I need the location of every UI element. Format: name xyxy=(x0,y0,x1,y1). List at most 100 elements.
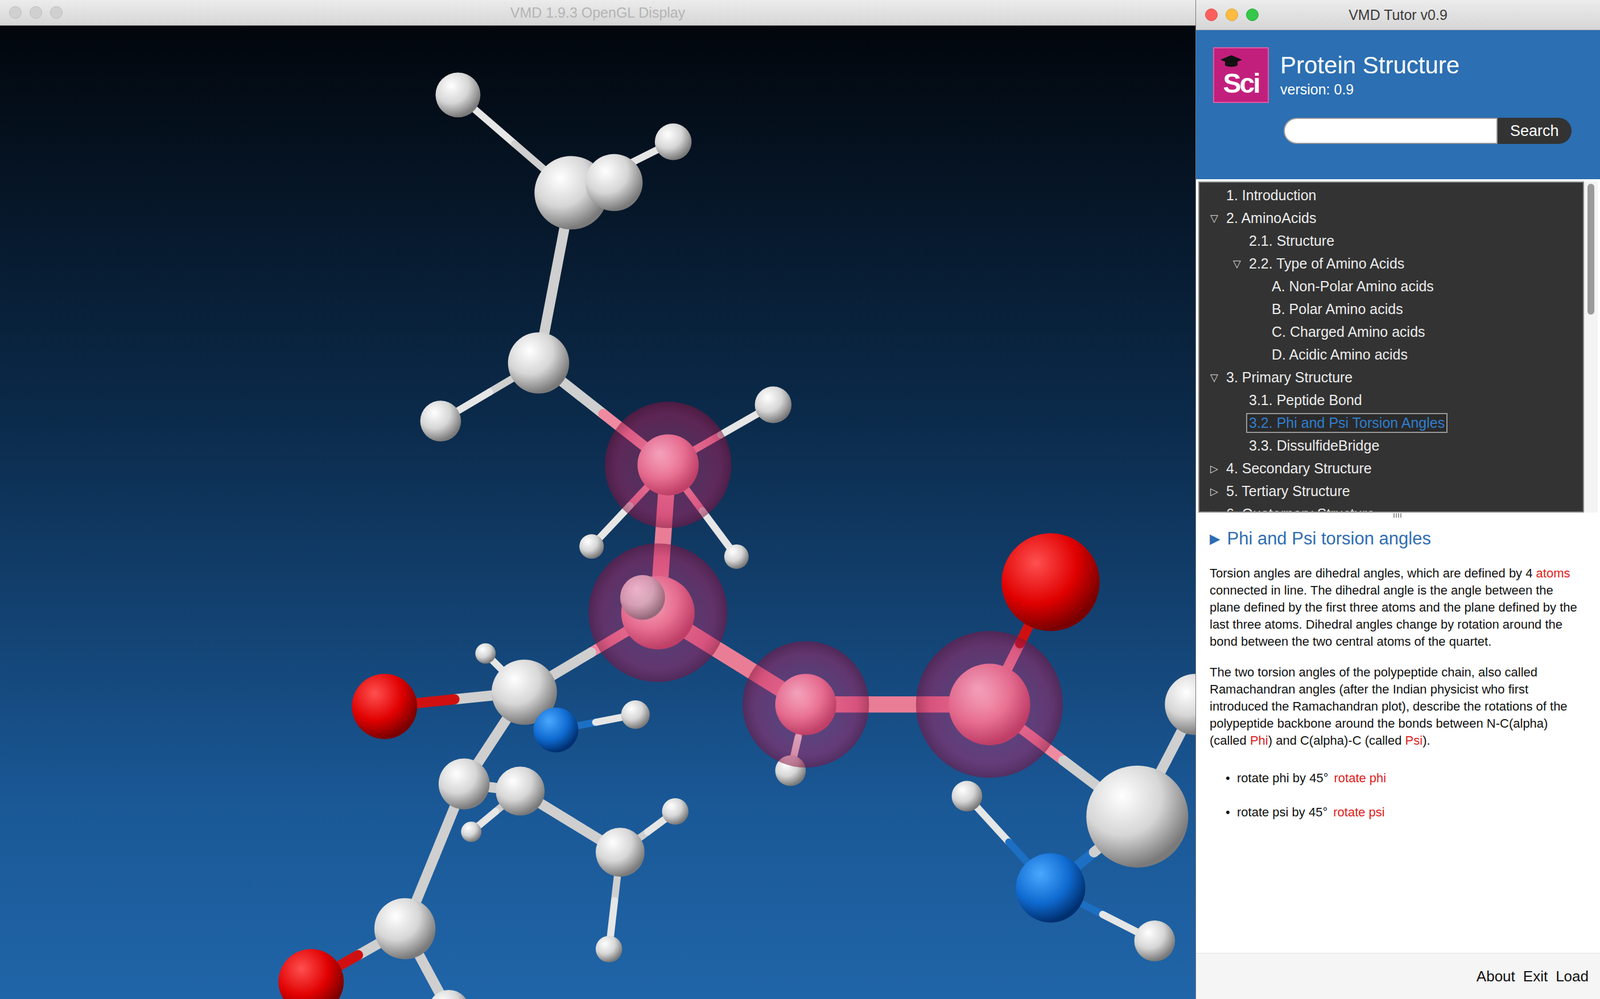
expander-icon[interactable]: ▽ xyxy=(1230,257,1244,270)
atom[interactable] xyxy=(351,673,418,740)
logo: Sci xyxy=(1213,47,1269,103)
atom[interactable] xyxy=(595,827,645,877)
atom[interactable] xyxy=(508,332,570,394)
zoom-icon[interactable] xyxy=(50,6,63,19)
tree-item[interactable]: ▽3. Primary Structure xyxy=(1199,365,1583,389)
atom[interactable] xyxy=(1133,920,1175,962)
atom[interactable] xyxy=(438,758,490,810)
atom[interactable] xyxy=(595,935,623,963)
atom[interactable] xyxy=(585,154,643,212)
term-link[interactable]: Psi xyxy=(1405,733,1424,748)
window-title: VMD Tutor v0.9 xyxy=(1348,6,1448,24)
footer-button[interactable]: Load xyxy=(1555,967,1589,986)
minimize-icon[interactable] xyxy=(29,6,43,19)
atom[interactable] xyxy=(460,821,482,843)
term-link[interactable]: Phi xyxy=(1250,733,1269,748)
selection-halo xyxy=(604,401,732,529)
atom[interactable] xyxy=(278,949,344,999)
tree-item[interactable]: 2.1. Structure xyxy=(1199,229,1583,253)
molecule-view[interactable] xyxy=(0,25,1196,999)
search-button[interactable]: Search xyxy=(1497,117,1572,144)
desktop: VMD 1.9.3 OpenGL Display VMD Tutor v0.9 Sc… xyxy=(0,0,1600,999)
close-icon[interactable] xyxy=(9,6,22,19)
close-icon[interactable] xyxy=(1205,8,1218,22)
expander-icon[interactable]: ▽ xyxy=(1207,212,1222,225)
paragraph: The two torsion angles of the polypeptid… xyxy=(1209,664,1583,750)
tree-item[interactable]: C. Charged Amino acids xyxy=(1199,320,1583,344)
atom[interactable] xyxy=(1164,673,1196,735)
atom[interactable] xyxy=(1015,853,1086,923)
text: ) and C(alpha)-C (called xyxy=(1268,733,1406,748)
expander-icon[interactable]: ▷ xyxy=(1207,508,1222,514)
tree-item[interactable]: A. Non-Polar Amino acids xyxy=(1199,274,1583,298)
window-controls xyxy=(9,0,63,26)
expander-icon[interactable]: ▷ xyxy=(1207,462,1222,475)
atom[interactable] xyxy=(495,766,545,816)
text: ). xyxy=(1422,733,1430,748)
article: ▶Phi and Psi torsion angles Torsion angle… xyxy=(1196,518,1600,954)
atom[interactable] xyxy=(661,798,689,826)
action-list: •rotate phi by 45°rotate phi•rotate psi … xyxy=(1209,769,1583,822)
tree-item[interactable]: 3.1. Peptide Bond xyxy=(1199,388,1583,412)
atom[interactable] xyxy=(621,700,650,729)
atom[interactable] xyxy=(1001,533,1100,632)
paragraph: Torsion angles are dihedral angles, whic… xyxy=(1209,565,1583,651)
atom[interactable] xyxy=(533,707,579,753)
opengl-display-window: VMD 1.9.3 OpenGL Display xyxy=(0,0,1197,999)
atom[interactable] xyxy=(420,400,462,442)
app-version: version: 0.9 xyxy=(1280,81,1460,98)
scrollbar[interactable] xyxy=(1584,181,1598,513)
tree-item[interactable]: ▷6. Quaternary Structure xyxy=(1199,502,1583,513)
atom[interactable] xyxy=(428,990,470,999)
zoom-icon[interactable] xyxy=(1246,8,1259,22)
expander-icon[interactable]: ▽ xyxy=(1207,371,1222,384)
tree-item[interactable]: D. Acidic Amino acids xyxy=(1199,343,1583,366)
expander-icon[interactable]: ▷ xyxy=(1207,485,1222,498)
footer-button[interactable]: About xyxy=(1476,967,1516,986)
atom[interactable] xyxy=(435,72,481,118)
contents-tree: 1. Introduction▽2. AminoAcids2.1. Struct… xyxy=(1196,179,1600,513)
atom[interactable] xyxy=(654,123,692,160)
collapse-icon[interactable]: ▶ xyxy=(1209,530,1220,547)
term-link[interactable]: atoms xyxy=(1536,566,1571,581)
tree-item[interactable]: 3.2. Phi and Psi Torsion Angles xyxy=(1199,411,1583,435)
section-heading[interactable]: ▶Phi and Psi torsion angles xyxy=(1209,528,1583,550)
tree-item[interactable]: ▽2. AminoAcids xyxy=(1199,206,1583,230)
atom[interactable] xyxy=(1086,765,1189,868)
action-link[interactable]: rotate phi xyxy=(1333,769,1387,787)
text: Torsion angles are dihedral angles, whic… xyxy=(1209,566,1537,581)
tree-item[interactable]: B. Polar Amino acids xyxy=(1199,297,1583,321)
selection-halo xyxy=(588,543,728,683)
footer-bar: About Exit Load xyxy=(1196,953,1600,999)
brand: Sci Protein Structureversion: 0.9 xyxy=(1213,47,1583,103)
atom[interactable] xyxy=(475,643,496,665)
minimize-icon[interactable] xyxy=(1225,8,1239,22)
splitter[interactable] xyxy=(1196,512,1600,519)
app-title: Protein Structure xyxy=(1280,51,1460,80)
scrollbar-thumb[interactable] xyxy=(1587,183,1595,315)
tree-item[interactable]: 1. Introduction xyxy=(1199,183,1583,207)
window-controls xyxy=(1205,0,1259,30)
search-input[interactable] xyxy=(1283,117,1498,144)
tutor-header: Sci Protein Structureversion: 0.9 Search xyxy=(1196,30,1600,180)
selection-halo xyxy=(916,631,1063,778)
text: connected in line. The dihedral angle is… xyxy=(1209,583,1578,649)
atom[interactable] xyxy=(951,781,983,812)
footer-button[interactable]: Exit xyxy=(1523,967,1548,986)
tree-item[interactable]: ▷5. Tertiary Structure xyxy=(1199,479,1583,503)
molecule-render[interactable] xyxy=(0,25,1196,999)
action-item: •rotate psi by 45°rotate psi xyxy=(1225,803,1583,822)
window-title: VMD 1.9.3 OpenGL Display xyxy=(510,4,686,22)
atom[interactable] xyxy=(579,534,604,559)
tutor-window: VMD Tutor v0.9 Sci Protein Structureversio… xyxy=(1196,0,1600,999)
tree-item[interactable]: ▷4. Secondary Structure xyxy=(1199,456,1583,480)
grip-icon[interactable] xyxy=(1393,513,1403,518)
tree-item[interactable]: 3.3. DissulfideBridge xyxy=(1199,434,1583,457)
tree-list: 1. Introduction▽2. AminoAcids2.1. Struct… xyxy=(1198,181,1585,513)
atom[interactable] xyxy=(724,544,749,569)
selection-halo xyxy=(742,641,869,768)
atom[interactable] xyxy=(374,898,436,960)
tree-item[interactable]: ▽2.2. Type of Amino Acids xyxy=(1199,252,1583,275)
atom[interactable] xyxy=(755,386,793,423)
action-link[interactable]: rotate psi xyxy=(1333,803,1385,822)
